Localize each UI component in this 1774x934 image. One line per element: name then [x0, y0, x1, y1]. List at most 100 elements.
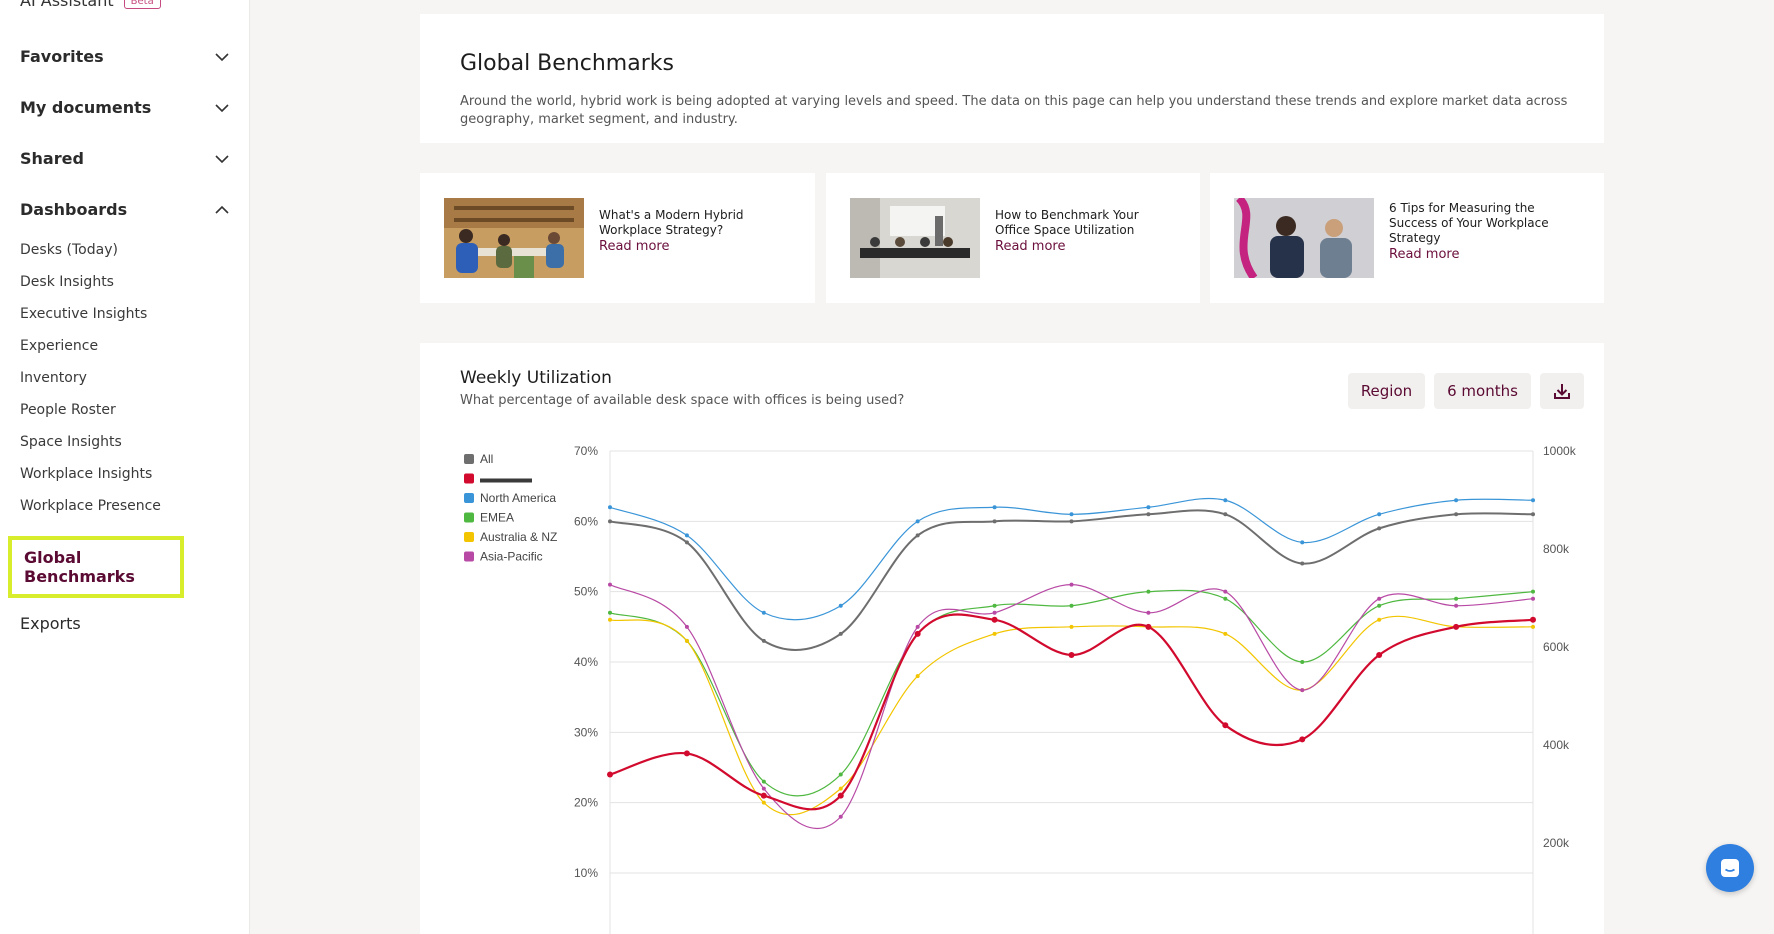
sidebar-item-space-insights[interactable]: Space Insights: [20, 434, 122, 450]
data-point: [1146, 512, 1151, 517]
legend-swatch[interactable]: [464, 532, 474, 542]
data-point: [1069, 603, 1074, 608]
data-point: [607, 771, 613, 778]
data-point: [1454, 596, 1459, 601]
data-point: [1531, 498, 1535, 503]
data-point: [1530, 616, 1536, 623]
article-card[interactable]: What's a Modern Hybrid Workplace Strateg…: [420, 173, 815, 303]
data-point: [761, 610, 766, 615]
y2-tick-label: 200k: [1543, 836, 1570, 850]
data-point: [1377, 526, 1382, 531]
sidebar-item-workplace-presence[interactable]: Workplace Presence: [20, 498, 161, 514]
y2-tick-label: 800k: [1543, 542, 1570, 556]
article-text: How to Benchmark Your Office Space Utili…: [995, 208, 1165, 254]
section-my-documents[interactable]: My documents: [20, 98, 232, 117]
section-favorites[interactable]: Favorites: [20, 47, 232, 66]
sidebar-item-inventory[interactable]: Inventory: [20, 370, 87, 386]
legend-swatch[interactable]: [464, 473, 474, 484]
data-point: [1222, 722, 1229, 729]
data-point: [683, 750, 690, 757]
chevron-down-icon: [215, 103, 229, 112]
weekly-utilization-card: Weekly Utilization What percentage of av…: [420, 343, 1604, 934]
sidebar-item-people-roster[interactable]: People Roster: [20, 402, 116, 418]
data-point: [761, 638, 766, 643]
legend-swatch[interactable]: [464, 551, 474, 562]
data-point: [1531, 512, 1535, 517]
sidebar-item-ai-assistant[interactable]: AI Assistant Beta: [20, 0, 161, 10]
data-point: [915, 533, 920, 538]
legend-label[interactable]: All: [480, 452, 493, 466]
sidebar-item-label: AI Assistant: [20, 0, 114, 10]
sidebar-item-global-benchmarks[interactable]: Global Benchmarks: [8, 536, 184, 598]
article-title: What's a Modern Hybrid Workplace Strateg…: [599, 208, 744, 237]
legend-swatch[interactable]: [464, 493, 474, 503]
data-point: [1377, 512, 1382, 517]
section-shared[interactable]: Shared: [20, 149, 232, 168]
chevron-up-icon: [215, 205, 229, 214]
section-label: Favorites: [20, 47, 104, 66]
data-point: [684, 540, 689, 545]
data-point: [992, 603, 997, 608]
data-point: [838, 772, 843, 777]
series-line: [609, 584, 1534, 830]
data-point: [992, 610, 997, 615]
sidebar-item-workplace-insights[interactable]: Workplace Insights: [20, 466, 152, 482]
sidebar-item-exports[interactable]: Exports: [20, 614, 81, 633]
chevron-down-icon: [215, 52, 229, 61]
sidebar-item-desk-insights[interactable]: Desk Insights: [20, 274, 114, 290]
data-point: [1069, 519, 1074, 524]
data-point: [608, 610, 612, 615]
y-tick-label: 10%: [574, 866, 598, 880]
legend-label[interactable]: Australia & NZ: [480, 530, 557, 544]
section-dashboards[interactable]: Dashboards: [20, 200, 232, 219]
y-tick-label: 50%: [574, 585, 598, 599]
utilization-line-chart: 70% 60% 50% 40% 30% 20% 10% 1000k 800k 600k 400k 20…: [464, 444, 1577, 934]
sidebar-item-executive-insights[interactable]: Executive Insights: [20, 306, 147, 322]
data-point: [838, 631, 843, 636]
data-point: [1223, 631, 1228, 636]
data-point: [608, 505, 612, 510]
data-point: [1531, 624, 1535, 629]
data-point: [608, 582, 612, 587]
data-point: [761, 779, 766, 784]
data-point: [608, 617, 612, 622]
data-point: [915, 674, 920, 679]
series-line: [609, 589, 1534, 797]
data-point: [1069, 512, 1074, 517]
sidebar-item-experience[interactable]: Experience: [20, 338, 98, 354]
chat-icon: [1721, 859, 1739, 877]
y2-tick-label: 600k: [1543, 640, 1570, 654]
article-image: [444, 198, 584, 278]
read-more-link[interactable]: Read more: [1389, 247, 1559, 262]
article-text: 6 Tips for Measuring the Success of Your…: [1389, 201, 1559, 262]
data-point: [1531, 596, 1535, 601]
article-title: 6 Tips for Measuring the Success of Your…: [1389, 200, 1549, 245]
section-label: My documents: [20, 98, 152, 117]
data-point: [1300, 561, 1305, 566]
article-card[interactable]: 6 Tips for Measuring the Success of Your…: [1210, 173, 1604, 303]
data-point: [1300, 540, 1305, 545]
intro-card: Global Benchmarks Around the world, hybr…: [420, 14, 1604, 143]
article-card[interactable]: How to Benchmark Your Office Space Utili…: [826, 173, 1200, 303]
y-tick-label: 60%: [574, 514, 598, 528]
legend-label[interactable]: North America: [480, 491, 556, 505]
sidebar-item-desks-today[interactable]: Desks (Today): [20, 242, 118, 258]
chat-button[interactable]: [1706, 844, 1754, 892]
legend-swatch[interactable]: [464, 454, 474, 464]
legend-swatch[interactable]: [464, 512, 474, 523]
data-point: [1377, 596, 1382, 601]
y2-tick-label: 1000k: [1543, 444, 1577, 458]
chevron-down-icon: [215, 154, 229, 163]
data-point: [608, 519, 612, 524]
read-more-link[interactable]: Read more: [599, 239, 769, 254]
read-more-link[interactable]: Read more: [995, 239, 1165, 254]
data-point: [1223, 589, 1228, 594]
page-description: Around the world, hybrid work is being a…: [460, 94, 1568, 127]
legend-label[interactable]: EMEA: [480, 511, 514, 525]
legend-label[interactable]: Asia-Pacific: [480, 550, 543, 564]
data-point: [992, 505, 997, 510]
data-point: [1145, 623, 1152, 630]
data-point: [991, 616, 998, 623]
data-point: [1454, 603, 1459, 608]
data-point: [992, 519, 997, 524]
